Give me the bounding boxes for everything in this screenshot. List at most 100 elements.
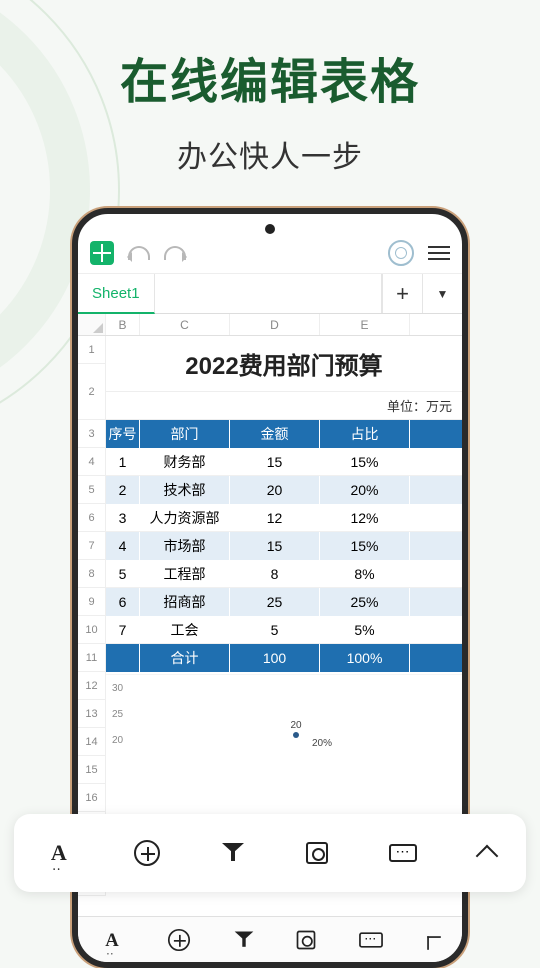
chart[interactable]: 3025202020% bbox=[106, 674, 462, 794]
app-grid-icon[interactable] bbox=[90, 241, 114, 265]
unit-cell[interactable]: 单位：万元 bbox=[106, 392, 462, 420]
cell[interactable]: 100% bbox=[320, 644, 410, 672]
sheet-dropdown-icon[interactable]: ▼ bbox=[422, 274, 462, 313]
cell[interactable]: 金额 bbox=[230, 420, 320, 448]
table-row[interactable]: 7工会55% bbox=[106, 616, 462, 644]
cell[interactable]: 25% bbox=[320, 588, 410, 616]
table-row[interactable]: 3人力资源部1212% bbox=[106, 504, 462, 532]
table-row[interactable]: 6招商部2525% bbox=[106, 588, 462, 616]
cell[interactable]: 部门 bbox=[140, 420, 230, 448]
row-3[interactable]: 3 bbox=[78, 420, 106, 448]
row-1[interactable]: 1 bbox=[78, 336, 106, 364]
cell[interactable]: 占比 bbox=[320, 420, 410, 448]
table-row[interactable]: 1财务部1515% bbox=[106, 448, 462, 476]
filter-icon[interactable] bbox=[234, 931, 253, 948]
cell[interactable]: 合计 bbox=[140, 644, 230, 672]
row-12[interactable]: 12 bbox=[78, 672, 106, 700]
cell[interactable]: 12 bbox=[230, 504, 320, 531]
cell[interactable]: 招商部 bbox=[140, 588, 230, 616]
filter-button[interactable] bbox=[222, 843, 244, 863]
phone-bottom-toolbar: A bbox=[78, 916, 462, 962]
cell[interactable]: 20% bbox=[320, 476, 410, 504]
cell[interactable]: 2 bbox=[106, 476, 140, 504]
undo-icon[interactable] bbox=[128, 246, 150, 260]
cell[interactable]: 5 bbox=[106, 560, 140, 587]
row-15[interactable]: 15 bbox=[78, 756, 106, 784]
col-E[interactable]: E bbox=[320, 314, 410, 335]
cell[interactable]: 人力资源部 bbox=[140, 504, 230, 531]
cell[interactable]: 12% bbox=[320, 504, 410, 531]
row-7[interactable]: 7 bbox=[78, 532, 106, 560]
table-row[interactable]: 序号部门金额占比 bbox=[106, 420, 462, 448]
row-4[interactable]: 4 bbox=[78, 448, 106, 476]
cell[interactable]: 7 bbox=[106, 616, 140, 643]
table-row[interactable]: 5工程部88% bbox=[106, 560, 462, 588]
doc-title-cell[interactable]: 2022费用部门预算 bbox=[106, 336, 462, 392]
table-row[interactable]: 4市场部1515% bbox=[106, 532, 462, 560]
cell[interactable]: 1 bbox=[106, 448, 140, 475]
redo-icon[interactable] bbox=[164, 246, 186, 260]
format-button[interactable]: A bbox=[45, 839, 73, 867]
camera-notch bbox=[265, 224, 275, 234]
sheet-tab-active[interactable]: Sheet1 bbox=[78, 274, 155, 314]
row-14[interactable]: 14 bbox=[78, 728, 106, 756]
cell[interactable]: 15 bbox=[230, 532, 320, 560]
expand-button[interactable] bbox=[476, 845, 499, 868]
keyboard-icon[interactable] bbox=[360, 932, 384, 947]
hero-title: 在线编辑表格 bbox=[0, 42, 540, 112]
col-D[interactable]: D bbox=[230, 314, 320, 335]
keyboard-button[interactable] bbox=[389, 844, 417, 862]
row-11[interactable]: 11 bbox=[78, 644, 106, 672]
avatar-icon[interactable] bbox=[388, 240, 414, 266]
chart-point bbox=[293, 732, 299, 738]
cell[interactable]: 8% bbox=[320, 560, 410, 587]
table-row[interactable]: 2技术部2020% bbox=[106, 476, 462, 504]
expand-up-icon[interactable] bbox=[427, 936, 441, 950]
cell[interactable]: 序号 bbox=[106, 420, 140, 448]
row-16[interactable]: 16 bbox=[78, 784, 106, 812]
row-10[interactable]: 10 bbox=[78, 616, 106, 644]
cell[interactable]: 8 bbox=[230, 560, 320, 587]
find-icon[interactable] bbox=[297, 930, 316, 949]
row-6[interactable]: 6 bbox=[78, 504, 106, 532]
hero-subtitle: 办公快人一步 bbox=[0, 132, 540, 176]
cell[interactable]: 5 bbox=[230, 616, 320, 643]
table-row[interactable]: 合计100100% bbox=[106, 644, 462, 672]
cell[interactable]: 工会 bbox=[140, 616, 230, 643]
cell[interactable]: 财务部 bbox=[140, 448, 230, 475]
cell[interactable]: 15% bbox=[320, 448, 410, 475]
y-tick: 25 bbox=[112, 709, 123, 720]
select-all-corner[interactable] bbox=[78, 314, 106, 335]
find-button[interactable] bbox=[306, 842, 328, 864]
row-2[interactable]: 2 bbox=[78, 364, 106, 420]
y-tick: 30 bbox=[112, 683, 123, 694]
row-8[interactable]: 8 bbox=[78, 560, 106, 588]
sheet-tab-blank[interactable] bbox=[155, 274, 382, 313]
row-13[interactable]: 13 bbox=[78, 700, 106, 728]
cell[interactable]: 技术部 bbox=[140, 476, 230, 504]
col-C[interactable]: C bbox=[140, 314, 230, 335]
menu-icon[interactable] bbox=[428, 246, 450, 260]
col-B[interactable]: B bbox=[106, 314, 140, 335]
cell[interactable]: 市场部 bbox=[140, 532, 230, 560]
row-9[interactable]: 9 bbox=[78, 588, 106, 616]
column-headers: B C D E bbox=[78, 314, 462, 336]
insert-icon[interactable] bbox=[168, 928, 190, 950]
sheet-tab-bar: Sheet1 + ▼ bbox=[78, 274, 462, 314]
cell[interactable] bbox=[106, 644, 140, 672]
add-sheet-button[interactable]: + bbox=[382, 274, 422, 313]
cell[interactable]: 5% bbox=[320, 616, 410, 643]
cell[interactable]: 6 bbox=[106, 588, 140, 616]
cell[interactable]: 100 bbox=[230, 644, 320, 672]
insert-button[interactable] bbox=[134, 840, 160, 866]
cell[interactable]: 3 bbox=[106, 504, 140, 531]
cell[interactable]: 工程部 bbox=[140, 560, 230, 587]
cell[interactable]: 25 bbox=[230, 588, 320, 616]
chart-label: 20 bbox=[290, 720, 301, 731]
cell[interactable]: 20 bbox=[230, 476, 320, 504]
row-5[interactable]: 5 bbox=[78, 476, 106, 504]
format-icon[interactable]: A bbox=[100, 928, 124, 952]
cell[interactable]: 15 bbox=[230, 448, 320, 475]
cell[interactable]: 15% bbox=[320, 532, 410, 560]
cell[interactable]: 4 bbox=[106, 532, 140, 560]
